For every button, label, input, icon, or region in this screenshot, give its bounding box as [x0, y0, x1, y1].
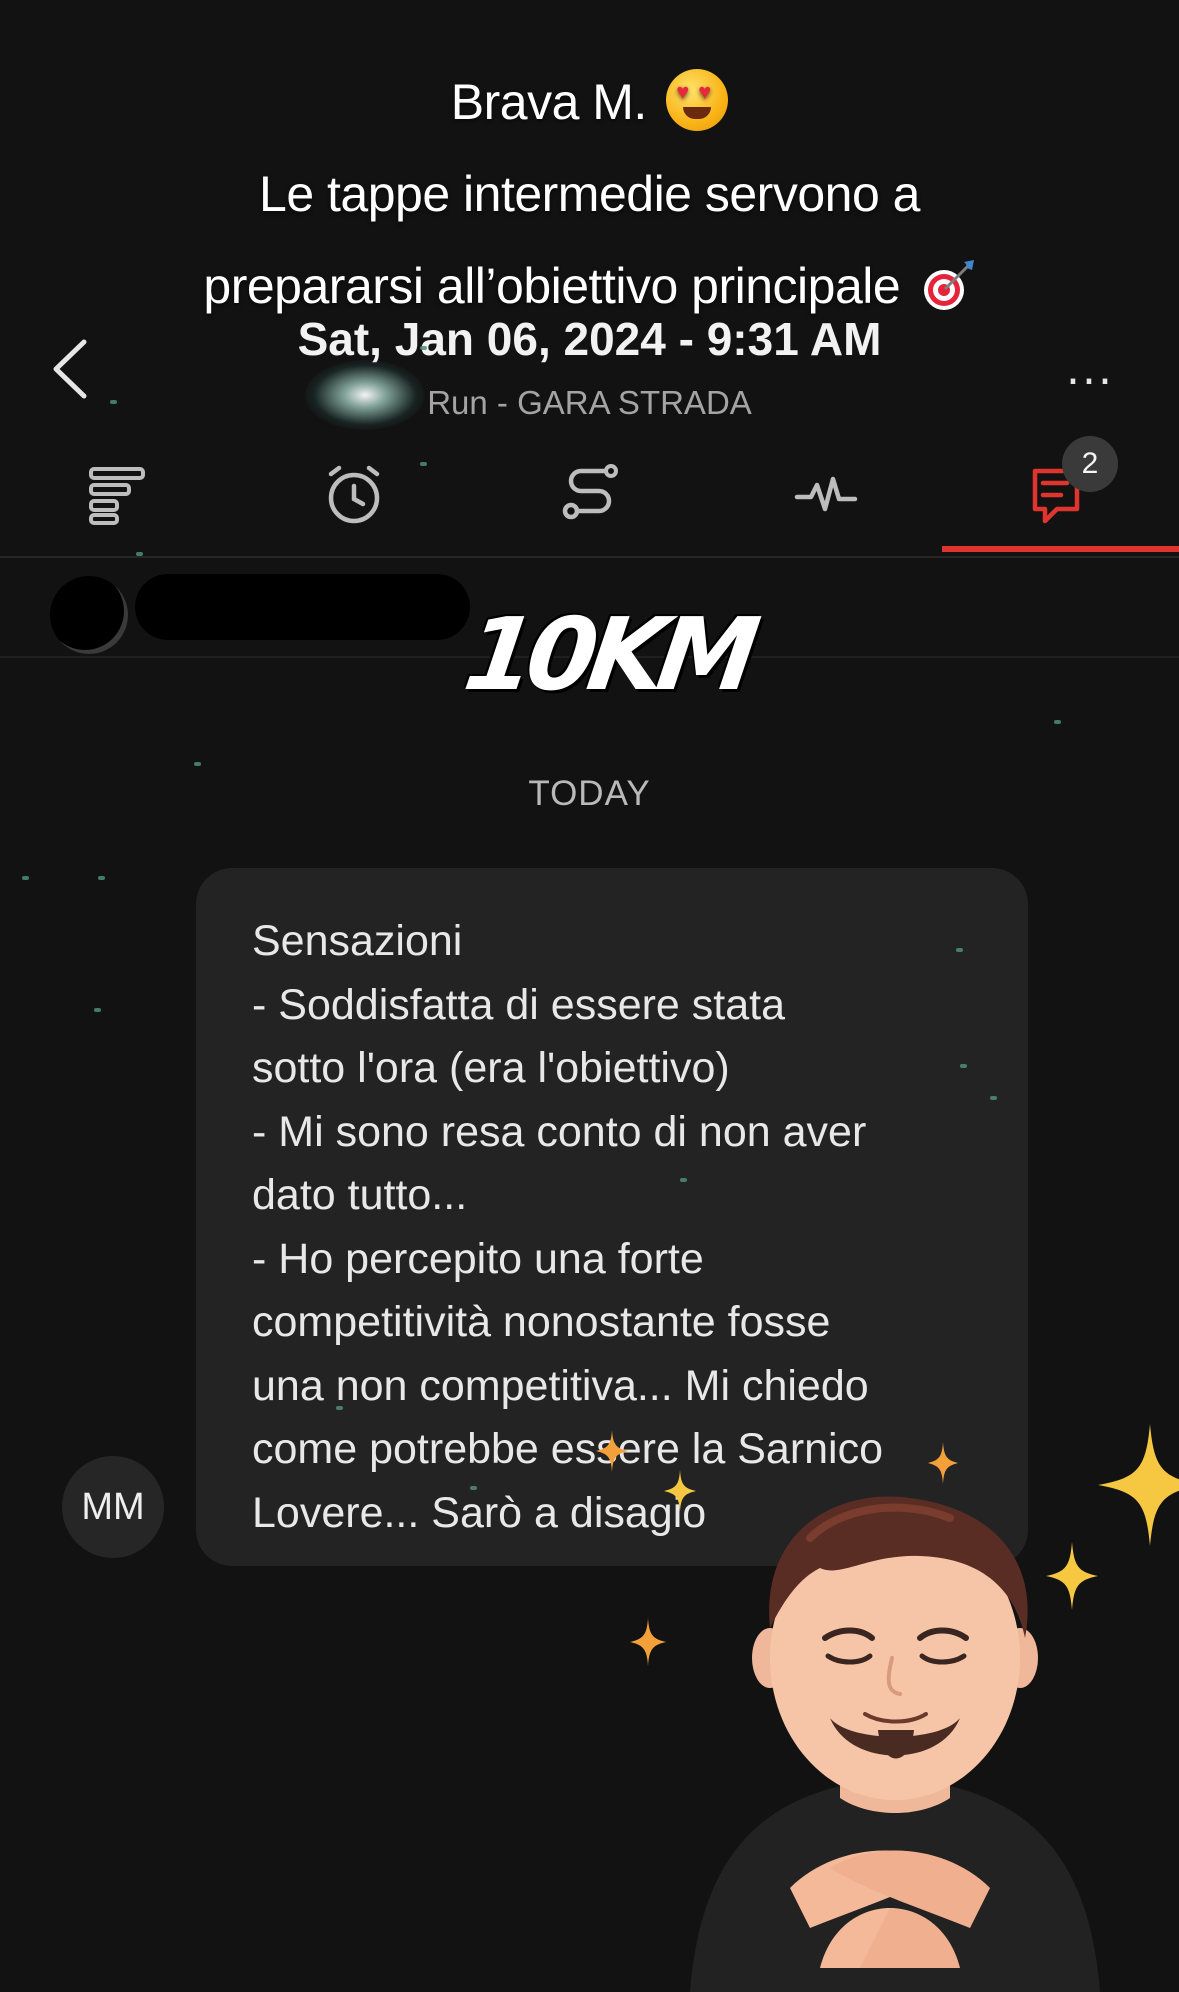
day-separator: TODAY	[528, 774, 651, 813]
comment-line: Sensazioni	[252, 917, 463, 965]
comment-line: - Soddisfatta di essere stata	[252, 980, 786, 1029]
comment-line: - Mi sono resa conto di non aver	[252, 1107, 867, 1156]
stopwatch-icon	[328, 465, 380, 524]
route-icon	[562, 464, 618, 520]
comment-line: competitività nonostante fosse	[252, 1298, 831, 1346]
caption-text: Brava M.	[450, 74, 648, 130]
comment-text: Sensazioni - Soddisfatta di essere stata…	[252, 910, 1012, 1545]
heart-eyes-emoji-icon	[666, 68, 729, 131]
glitter-speck	[194, 762, 201, 766]
ellipsis-icon[interactable]: ...	[1066, 348, 1126, 392]
tab-bar	[0, 432, 1179, 558]
comment-line: sotto l'ora (era l'obiettivo)	[252, 1044, 730, 1092]
glitter-speck	[110, 400, 117, 404]
caption-line-3: prepararsi all’obiettivo principale	[0, 240, 1179, 332]
activity-subtitle: Run - GARA STRADA	[427, 384, 752, 421]
comment-line: una non competitiva... Mi chiedo	[252, 1361, 869, 1410]
summary-bars-icon	[89, 467, 145, 525]
glitter-speck	[956, 948, 963, 952]
heartbeat-icon	[794, 476, 858, 512]
caption-text: prepararsi all’obiettivo principale	[203, 258, 901, 314]
glitter-speck	[960, 1064, 967, 1068]
redacted-avatar	[50, 576, 128, 654]
glitter-speck	[420, 346, 427, 350]
comment-bubble: Sensazioni - Soddisfatta di essere stata…	[196, 868, 1028, 1566]
tab-activity[interactable]	[766, 452, 886, 536]
glitter-speck	[136, 552, 143, 556]
comment-line: dato tutto...	[252, 1171, 468, 1219]
redacted-name	[135, 574, 470, 640]
glitter-speck	[1054, 720, 1061, 724]
caption-line-1: Brava M.	[0, 56, 1179, 148]
activity-comments-screen: Sat, Jan 06, 2024 - 9:31 AM Run - GARA S…	[0, 0, 1179, 1992]
memoji-sticker	[690, 1496, 1100, 1992]
glitter-speck	[94, 1008, 101, 1012]
story-caption: Brava M. Le tappe intermedie servono a p…	[0, 56, 1179, 332]
active-tab-indicator	[942, 546, 1179, 552]
glitter-speck	[98, 876, 105, 880]
tab-laps[interactable]	[294, 452, 414, 536]
comment-line: - Ho percepito una forte	[252, 1234, 704, 1283]
avatar[interactable]: MM	[62, 1456, 164, 1558]
glitter-speck	[336, 1406, 343, 1410]
caption-line-2: Le tappe intermedie servono a	[259, 166, 920, 222]
glitter-speck	[420, 462, 427, 466]
tab-route[interactable]	[530, 452, 650, 536]
glitter-speck	[22, 876, 29, 880]
glitter-speck	[680, 1178, 687, 1182]
distance-sticker: 10KM	[457, 596, 759, 713]
comments-count-badge: 2	[1062, 436, 1118, 492]
tab-summary[interactable]	[58, 452, 178, 536]
glitter-speck	[470, 1486, 477, 1490]
glitter-speck	[990, 1096, 997, 1100]
bullseye-emoji-icon	[923, 259, 974, 310]
